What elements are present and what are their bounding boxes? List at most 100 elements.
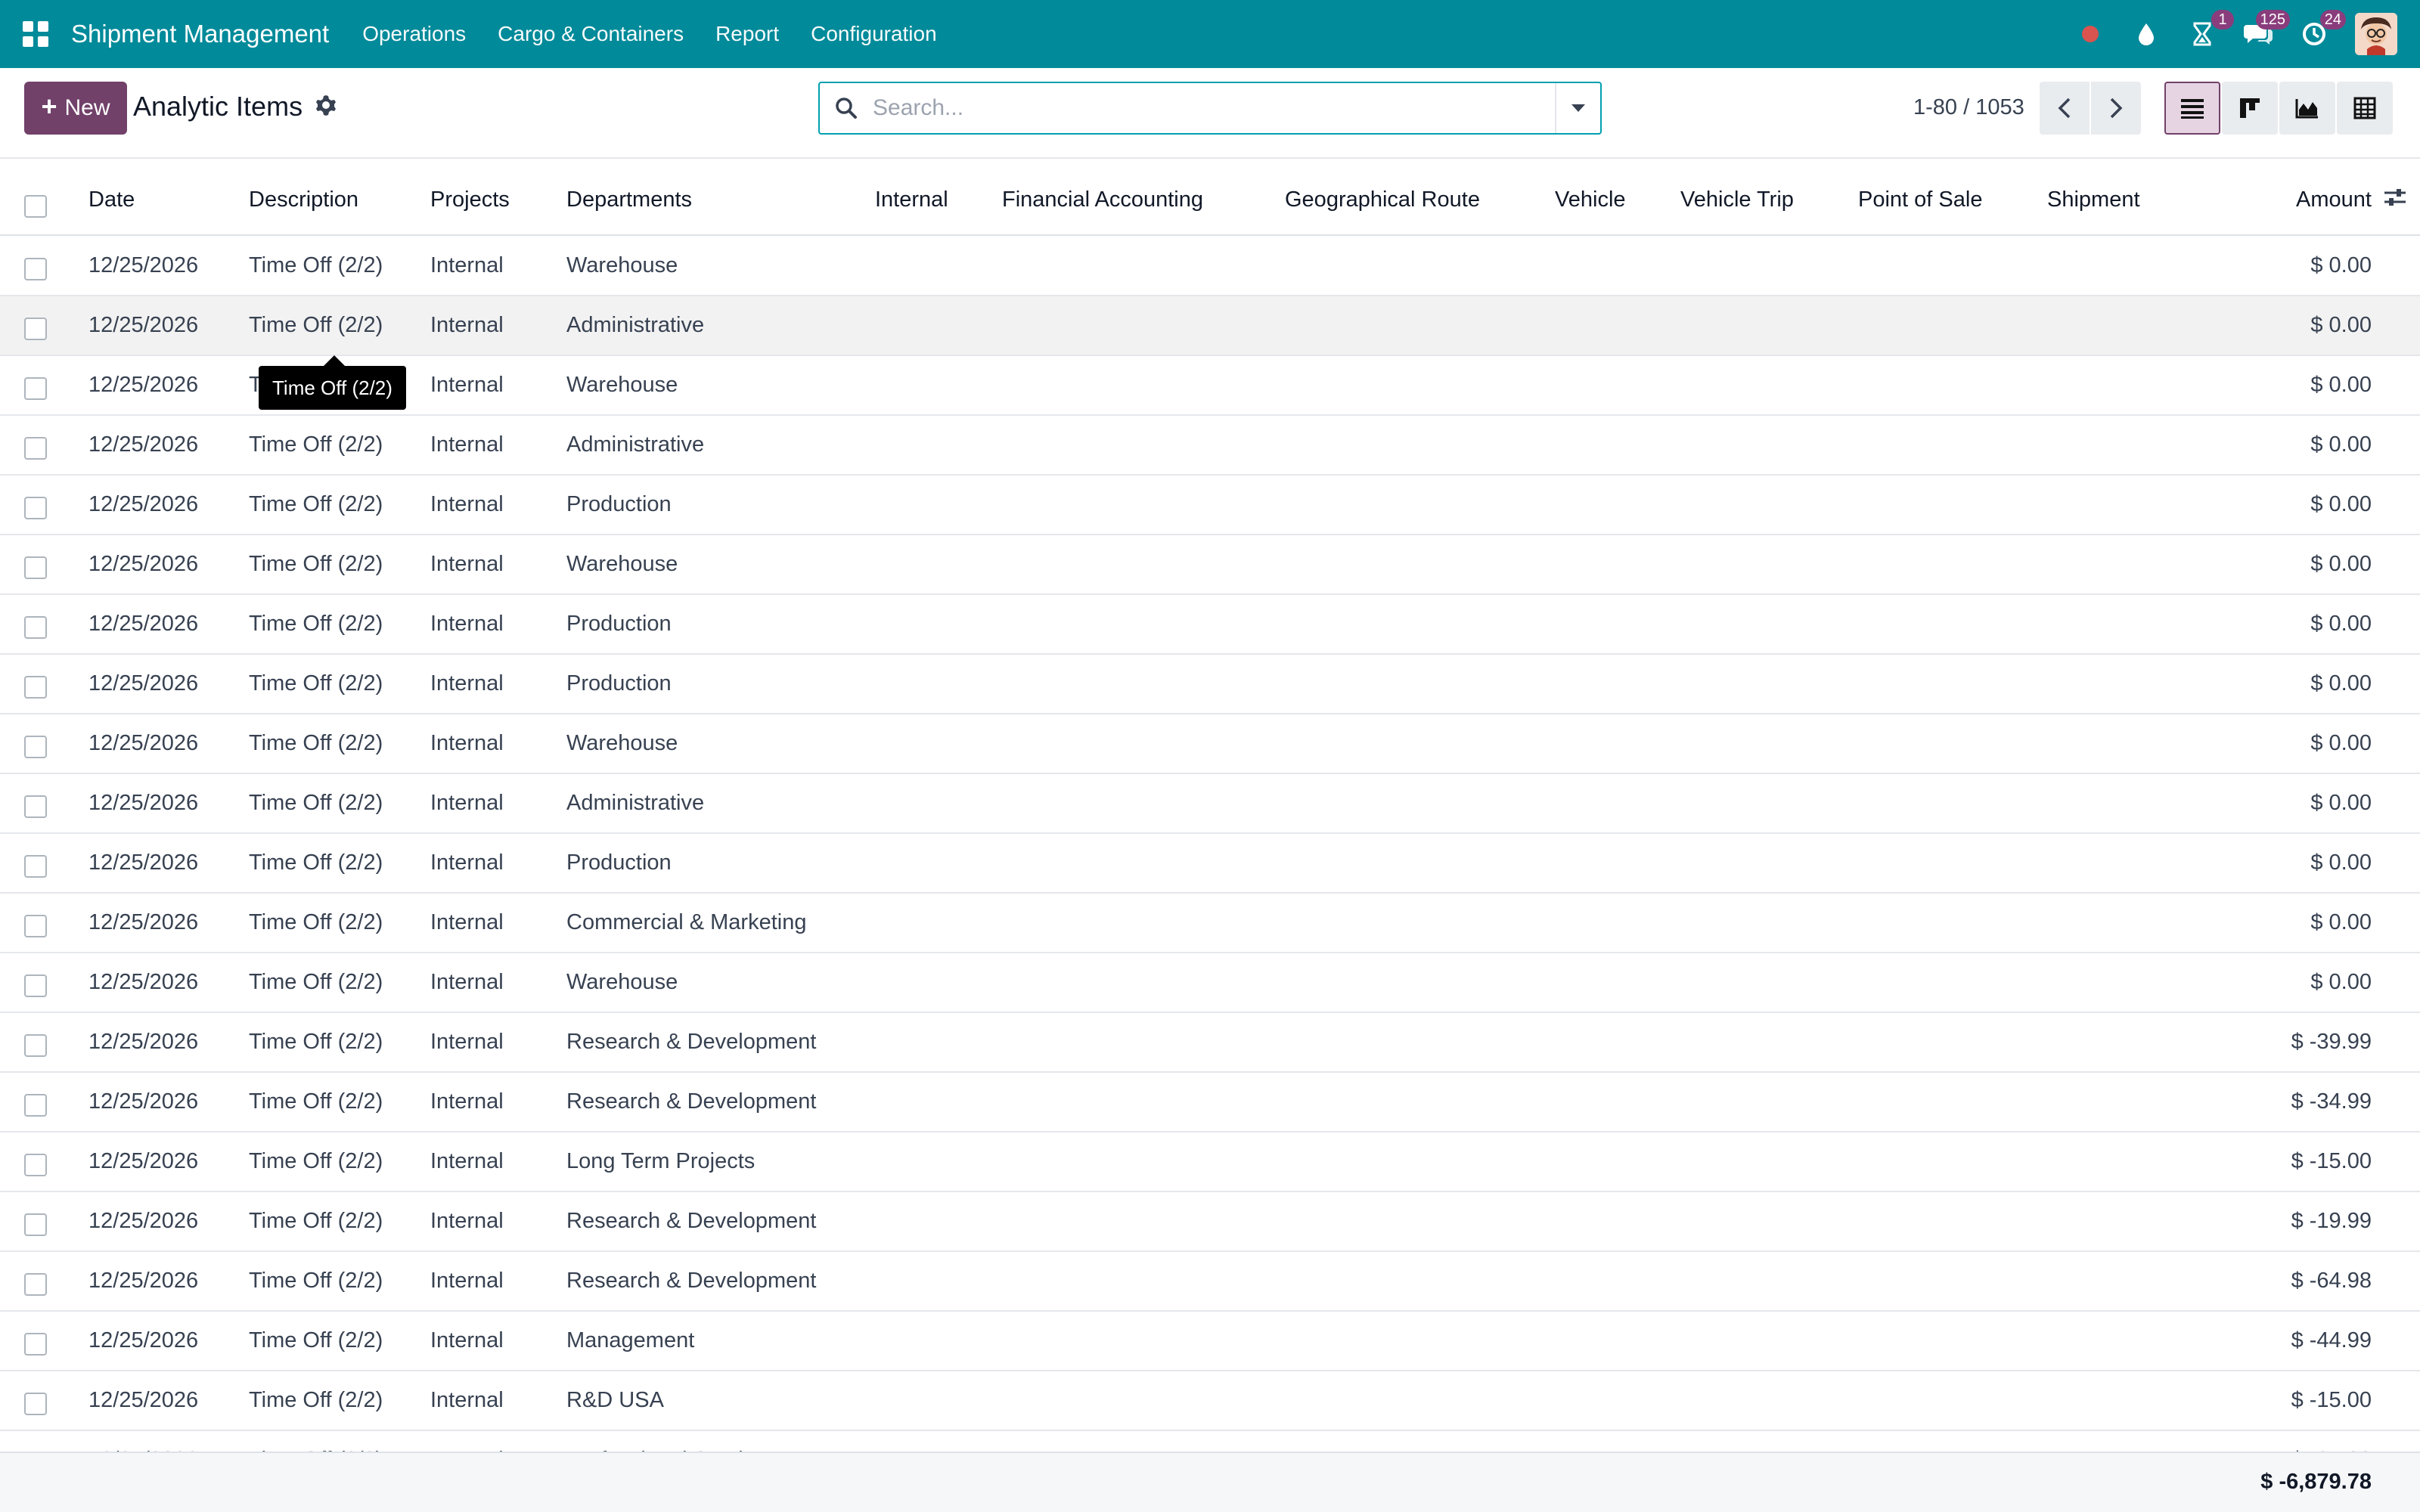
row-checkbox[interactable] xyxy=(24,1213,47,1236)
column-header-vehicle-trip[interactable]: Vehicle Trip xyxy=(1680,187,1794,212)
search-options-toggle[interactable] xyxy=(1555,83,1600,133)
pager-next-button[interactable] xyxy=(2091,82,2141,135)
row-checkbox[interactable] xyxy=(24,915,47,937)
row-checkbox[interactable] xyxy=(24,795,47,818)
row-checkbox[interactable] xyxy=(24,437,47,460)
new-button[interactable]: + New xyxy=(24,82,127,135)
row-checkbox[interactable] xyxy=(24,1273,47,1296)
cell-amount: $ 0.00 xyxy=(2310,432,2372,457)
cell-date: 12/25/2026 xyxy=(88,850,199,875)
graph-view-button[interactable] xyxy=(2279,82,2335,135)
table-row[interactable]: 12/25/2026 Time Off (2/2) Internal Research… xyxy=(0,1073,2420,1132)
pager-previous-button[interactable] xyxy=(2040,82,2090,135)
cell-department: Warehouse xyxy=(566,731,678,755)
row-checkbox[interactable] xyxy=(24,556,47,579)
cell-project: Internal xyxy=(430,1089,504,1114)
column-header-departments[interactable]: Departments xyxy=(566,187,692,212)
table-row[interactable]: 12/25/2026 Time Off (2/2) Internal Commerci… xyxy=(0,894,2420,953)
menu-configuration[interactable]: Configuration xyxy=(811,22,937,46)
table-row[interactable]: 12/25/2026Time Off (2/2)InternalProfessi… xyxy=(0,1431,2420,1452)
gear-icon[interactable] xyxy=(315,94,337,122)
row-checkbox[interactable] xyxy=(24,318,47,340)
record-icon[interactable] xyxy=(2075,19,2105,49)
row-checkbox[interactable] xyxy=(24,1393,47,1415)
row-checkbox[interactable] xyxy=(24,1154,47,1176)
cell-date: 12/25/2026 xyxy=(88,492,199,516)
row-checkbox[interactable] xyxy=(24,676,47,699)
pager-value[interactable]: 1-80 / 1053 xyxy=(1913,95,2024,120)
clock-icon[interactable]: 24 xyxy=(2299,10,2346,49)
activities-badge: 24 xyxy=(2319,10,2346,29)
cell-amount: $ 0.00 xyxy=(2310,791,2372,815)
row-checkbox[interactable] xyxy=(24,736,47,758)
row-checkbox[interactable] xyxy=(24,974,47,997)
column-header-geographical-route[interactable]: Geographical Route xyxy=(1285,187,1480,212)
column-header-amount[interactable]: Amount xyxy=(2296,187,2372,212)
droplet-icon[interactable] xyxy=(2131,19,2161,49)
cell-project: Internal xyxy=(430,373,504,397)
search-input[interactable] xyxy=(873,95,1555,121)
column-header-date[interactable]: Date xyxy=(88,187,135,212)
table-row[interactable]: 12/25/2026 Time Off (2/2) Internal Warehous… xyxy=(0,535,2420,595)
cell-description: Time Off (2/2) xyxy=(249,671,383,696)
column-header-projects[interactable]: Projects xyxy=(430,187,510,212)
table-row[interactable]: 12/25/2026 Time Off (2/2) Internal Warehous… xyxy=(0,953,2420,1013)
apps-grid-icon[interactable] xyxy=(23,21,48,47)
cell-department: Research & Development xyxy=(566,1209,817,1233)
list-view-button[interactable] xyxy=(2164,82,2220,135)
pivot-view-button[interactable] xyxy=(2337,82,2393,135)
table-row[interactable]: 12/25/2026 Time Off (2/2) Internal Research… xyxy=(0,1192,2420,1252)
table-row[interactable]: 12/25/2026 Time Off (2/2) Internal R&D USA $… xyxy=(0,1371,2420,1431)
row-checkbox[interactable] xyxy=(24,377,47,400)
menu-report[interactable]: Report xyxy=(715,22,779,46)
row-checkbox[interactable] xyxy=(24,1333,47,1356)
cell-date: 12/25/2026 xyxy=(88,731,199,755)
cell-amount: $ -44.99 xyxy=(2291,1328,2372,1352)
select-all-checkbox[interactable] xyxy=(24,195,47,218)
row-checkbox[interactable] xyxy=(24,497,47,519)
cell-department: Warehouse xyxy=(566,970,678,994)
kanban-view-button[interactable] xyxy=(2222,82,2278,135)
row-checkbox[interactable] xyxy=(24,1094,47,1117)
column-header-financial-accounting[interactable]: Financial Accounting xyxy=(1002,187,1203,212)
table-row[interactable]: 12/25/2026 Time Off (2/2) Internal Administ… xyxy=(0,416,2420,476)
menu-cargo-containers[interactable]: Cargo & Containers xyxy=(498,22,684,46)
table-row[interactable]: 12/25/2026 Time Off (2/2) Internal Producti… xyxy=(0,476,2420,535)
table-row[interactable]: 12/25/2026 Time Off (2/2) Internal Long Ter… xyxy=(0,1132,2420,1192)
cell-amount: $ 0.00 xyxy=(2310,731,2372,755)
cell-department: Administrative xyxy=(566,313,705,337)
user-avatar[interactable] xyxy=(2355,13,2397,55)
chat-icon[interactable]: 125 xyxy=(2243,10,2290,49)
table-row[interactable]: 12/25/2026 Time Off (2/2) Internal Warehous… xyxy=(0,237,2420,296)
cell-date: 12/25/2026 xyxy=(88,791,199,815)
table-footer: $ -6,879.78 xyxy=(0,1452,2420,1512)
cell-amount: $ 0.00 xyxy=(2310,970,2372,994)
table-row[interactable]: 12/25/2026 Time Off (2/2) Internal Research… xyxy=(0,1252,2420,1312)
column-header-vehicle[interactable]: Vehicle xyxy=(1555,187,1626,212)
table-row[interactable]: 12/25/2026 Time Off (2/2) Internal Producti… xyxy=(0,655,2420,714)
app-title[interactable]: Shipment Management xyxy=(71,20,329,48)
table-row[interactable]: 12/25/2026 Time Off (2/2) Internal Manageme… xyxy=(0,1312,2420,1371)
table-row[interactable]: 12/25/2026 Time Off (2/2) Internal Administ… xyxy=(0,774,2420,834)
cell-department: Production xyxy=(566,492,672,516)
row-checkbox[interactable] xyxy=(24,258,47,280)
column-header-point-of-sale[interactable]: Point of Sale xyxy=(1858,187,1982,212)
column-header-description[interactable]: Description xyxy=(249,187,358,212)
row-checkbox[interactable] xyxy=(24,855,47,878)
table-row[interactable]: 12/25/2026 Time Off (2/2) Internal Research… xyxy=(0,1013,2420,1073)
row-checkbox[interactable] xyxy=(24,1034,47,1057)
optional-columns-icon[interactable] xyxy=(2384,187,2406,211)
menu-operations[interactable]: Operations xyxy=(362,22,466,46)
column-header-shipment[interactable]: Shipment xyxy=(2047,187,2140,212)
hourglass-icon[interactable]: 1 xyxy=(2187,10,2234,49)
cell-project: Internal xyxy=(430,671,504,696)
area-chart-icon xyxy=(2295,99,2318,119)
cell-description: Time Off (2/2) xyxy=(249,910,383,934)
table-row[interactable]: 12/25/2026 Time Off (2/2) Internal Warehous… xyxy=(0,714,2420,774)
row-checkbox[interactable] xyxy=(24,616,47,639)
table-row[interactable]: 12/25/2026 Time Off (2/2) Internal Producti… xyxy=(0,834,2420,894)
table-row[interactable]: 12/25/2026 Time Off (2/2) Internal Administ… xyxy=(0,296,2420,356)
column-header-internal[interactable]: Internal xyxy=(875,187,948,212)
table-row[interactable]: 12/25/2026 Time Off (2/2) Internal Producti… xyxy=(0,595,2420,655)
cell-department: Production xyxy=(566,671,672,696)
